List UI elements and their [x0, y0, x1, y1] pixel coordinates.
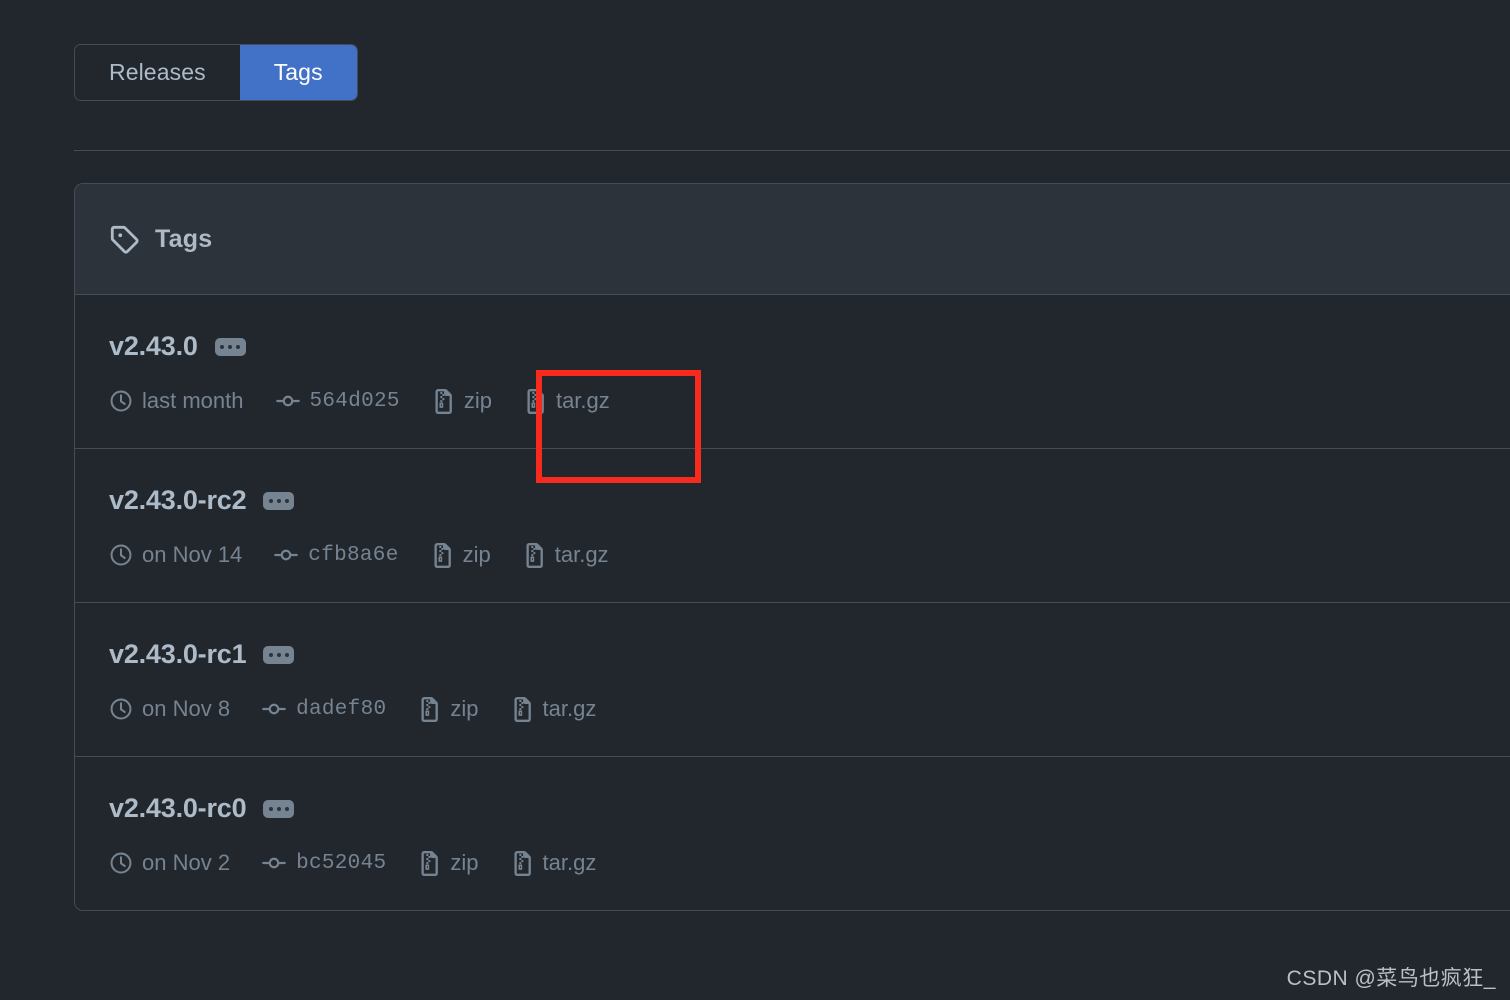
tag-date-label: on Nov 2 — [142, 850, 231, 875]
tag-date: last month — [109, 388, 244, 414]
table-row: v2.43.0-rc0 on Nov 2 bc52045 zip tar.gz — [75, 757, 1510, 910]
ellipsis-badge-icon[interactable] — [263, 799, 295, 818]
file-zip-icon — [522, 388, 547, 414]
tags-page: Releases Tags Tags v2.43.0 last month 56… — [0, 0, 1510, 1000]
git-commit-icon — [261, 696, 287, 722]
tag-title-line: v2.43.0 — [109, 331, 1499, 362]
download-zip-link[interactable]: zip — [416, 850, 479, 876]
tags-panel-header: Tags — [75, 184, 1510, 295]
tag-commit-sha: cfb8a6e — [308, 543, 399, 567]
tag-name-link[interactable]: v2.43.0-rc1 — [109, 639, 247, 670]
tag-date-label: on Nov 14 — [142, 542, 243, 567]
tag-meta-line: on Nov 2 bc52045 zip tar.gz — [109, 850, 1499, 876]
ellipsis-badge-icon[interactable] — [214, 337, 246, 356]
download-targz-link[interactable]: tar.gz — [522, 388, 610, 414]
table-row: v2.43.0-rc2 on Nov 14 cfb8a6e zip tar.gz — [75, 449, 1510, 603]
tag-commit[interactable]: bc52045 — [261, 850, 386, 876]
ellipsis-badge-icon[interactable] — [263, 491, 295, 510]
tag-title-line: v2.43.0-rc0 — [109, 793, 1499, 824]
table-row: v2.43.0-rc1 on Nov 8 dadef80 zip tar.gz — [75, 603, 1510, 757]
git-commit-icon — [273, 542, 299, 568]
git-commit-icon — [261, 850, 287, 876]
file-zip-icon — [416, 850, 441, 876]
download-zip-label: zip — [450, 696, 479, 721]
tag-date: on Nov 14 — [109, 542, 242, 568]
tab-tags[interactable]: Tags — [239, 45, 357, 100]
download-targz-link[interactable]: tar.gz — [521, 542, 609, 568]
tag-date-label: on Nov 8 — [142, 696, 231, 721]
download-zip-link[interactable]: zip — [416, 696, 479, 722]
clock-icon — [109, 543, 133, 567]
download-zip-link[interactable]: zip — [430, 388, 492, 414]
tag-date: on Nov 2 — [109, 850, 230, 876]
tag-name-link[interactable]: v2.43.0-rc0 — [109, 793, 247, 824]
tag-commit-sha: bc52045 — [296, 851, 387, 875]
tag-commit-sha: 564d025 — [309, 389, 400, 413]
download-targz-label: tar.gz — [542, 850, 597, 875]
tag-commit[interactable]: dadef80 — [261, 696, 386, 722]
clock-icon — [109, 851, 133, 875]
tags-panel-title: Tags — [155, 224, 213, 253]
tag-commit-sha: dadef80 — [296, 697, 387, 721]
clock-icon — [109, 389, 133, 413]
file-zip-icon — [429, 542, 454, 568]
download-targz-label: tar.gz — [554, 542, 609, 567]
tag-name-link[interactable]: v2.43.0-rc2 — [109, 485, 247, 516]
download-zip-link[interactable]: zip — [429, 542, 491, 568]
table-row: v2.43.0 last month 564d025 zip tar.gz — [75, 295, 1510, 449]
tag-commit[interactable]: 564d025 — [275, 388, 400, 414]
download-zip-label: zip — [450, 850, 479, 875]
tag-date: on Nov 8 — [109, 696, 230, 722]
tab-tags-label: Tags — [273, 59, 323, 85]
releases-tags-tabbar: Releases Tags — [74, 44, 358, 101]
file-zip-icon — [509, 696, 534, 722]
file-zip-icon — [416, 696, 441, 722]
download-targz-link[interactable]: tar.gz — [509, 850, 597, 876]
tag-meta-line: on Nov 14 cfb8a6e zip tar.gz — [109, 542, 1499, 568]
header-divider — [74, 150, 1510, 151]
tag-date-label: last month — [142, 388, 244, 413]
tag-meta-line: on Nov 8 dadef80 zip tar.gz — [109, 696, 1499, 722]
tab-releases[interactable]: Releases — [75, 45, 240, 100]
download-zip-label: zip — [463, 388, 492, 413]
git-commit-icon — [275, 388, 301, 414]
watermark: CSDN @菜鸟也疯狂_ — [1286, 967, 1496, 990]
file-zip-icon — [430, 388, 455, 414]
tag-icon — [109, 224, 139, 254]
tags-panel: Tags v2.43.0 last month 564d025 zip tar.… — [74, 183, 1510, 911]
tag-meta-line: last month 564d025 zip tar.gz — [109, 388, 1499, 414]
tag-title-line: v2.43.0-rc2 — [109, 485, 1499, 516]
download-targz-label: tar.gz — [542, 696, 597, 721]
download-zip-label: zip — [462, 542, 491, 567]
file-zip-icon — [509, 850, 534, 876]
clock-icon — [109, 697, 133, 721]
tag-name-link[interactable]: v2.43.0 — [109, 331, 198, 362]
tab-releases-label: Releases — [109, 59, 206, 85]
download-targz-label: tar.gz — [555, 388, 610, 413]
file-zip-icon — [521, 542, 546, 568]
ellipsis-badge-icon[interactable] — [263, 645, 295, 664]
tag-title-line: v2.43.0-rc1 — [109, 639, 1499, 670]
download-targz-link[interactable]: tar.gz — [509, 696, 597, 722]
tag-commit[interactable]: cfb8a6e — [273, 542, 398, 568]
